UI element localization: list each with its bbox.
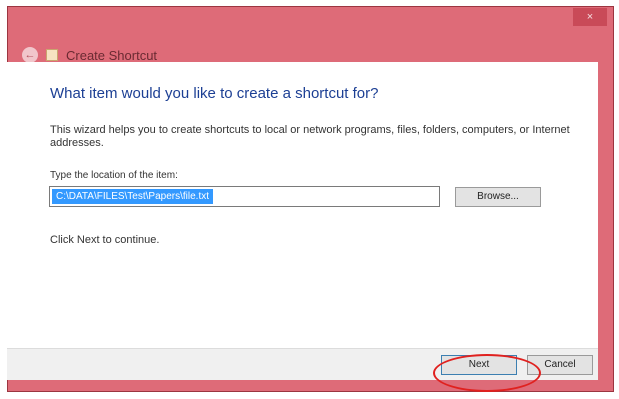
highlight-circle — [433, 354, 541, 392]
wizard-title: Create Shortcut — [66, 47, 158, 63]
close-icon: × — [586, 11, 594, 23]
location-input[interactable]: C:\DATA\FILES\Test\Papers\file.txt — [49, 186, 440, 207]
shortcut-icon — [46, 49, 58, 61]
back-button[interactable]: ← — [22, 47, 38, 63]
click-next-text: Click Next to continue. — [50, 234, 160, 246]
location-label: Type the location of the item: — [50, 170, 178, 181]
title-bar: × — [8, 7, 613, 37]
browse-button[interactable]: Browse... — [455, 187, 541, 207]
wizard-content: What item would you like to create a sho… — [7, 62, 598, 348]
back-arrow-icon: ← — [24, 49, 36, 61]
page-heading: What item would you like to create a sho… — [50, 85, 379, 102]
location-input-value: C:\DATA\FILES\Test\Papers\file.txt — [52, 189, 214, 204]
description-text: This wizard helps you to create shortcut… — [50, 124, 570, 149]
close-button[interactable]: × — [573, 8, 607, 26]
